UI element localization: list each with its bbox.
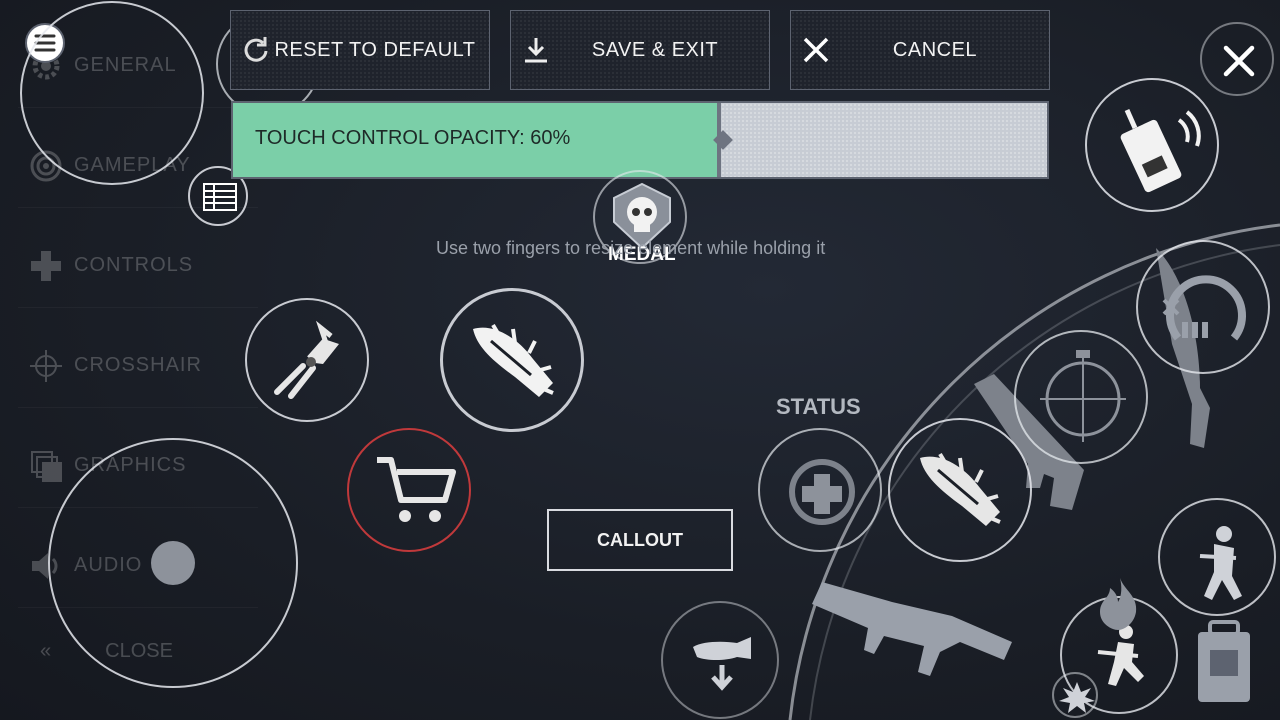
sidebar-item-controls[interactable]: CONTROLS (18, 224, 258, 308)
download-icon (525, 38, 547, 63)
shopping-cart-icon (377, 457, 456, 522)
drop-button[interactable] (661, 601, 779, 719)
reload-icon (1162, 275, 1246, 341)
reset-icon (244, 37, 268, 62)
save-label: SAVE & EXIT (591, 38, 719, 61)
scope-icon (1040, 350, 1126, 442)
sidebar-item-label: CONTROLS (74, 254, 194, 276)
reload-button[interactable] (1136, 240, 1270, 374)
sidebar-item-crosshair[interactable]: CROSSHAIR (18, 324, 258, 408)
minimap-circle[interactable] (20, 1, 204, 185)
crosshair-icon (30, 349, 62, 382)
status-button[interactable] (758, 428, 882, 552)
fire-button-left[interactable] (440, 288, 584, 432)
drop-hand-icon (693, 637, 751, 691)
walkie-talkie-icon (1120, 108, 1201, 193)
pliers-button[interactable] (245, 298, 369, 422)
resize-hint: Use two fingers to resize element while … (436, 238, 826, 258)
layers-icon (31, 450, 62, 482)
joystick-thumb[interactable] (151, 541, 195, 585)
cancel-label: CANCEL (892, 38, 978, 61)
double-chevron-left-icon: « (40, 640, 52, 662)
bullet-icon (920, 452, 1001, 526)
callout-button[interactable]: CALLOUT (547, 509, 733, 571)
reset-to-default-button[interactable]: RESET TO DEFAULT (230, 10, 490, 90)
heal-icon (789, 459, 855, 525)
close-icon (803, 37, 829, 63)
movement-joystick[interactable] (48, 438, 298, 688)
aim-down-sights-button[interactable] (1014, 330, 1148, 464)
callout-label: CALLOUT (597, 529, 683, 550)
fire-button-right[interactable] (888, 418, 1032, 562)
pliers-icon (274, 320, 339, 399)
rifle-icon (812, 582, 1012, 676)
backpack-icon (1198, 620, 1250, 702)
cancel-button[interactable]: CANCEL (790, 10, 1050, 90)
flame-icon (1100, 578, 1137, 630)
grenade-button[interactable] (1052, 672, 1098, 718)
sidebar-item-label: CROSSHAIR (74, 354, 202, 376)
status-label: STATUS (776, 394, 861, 419)
explosion-icon (1059, 682, 1095, 713)
shop-button[interactable] (347, 428, 471, 552)
bullet-icon (473, 323, 554, 397)
reset-label: RESET TO DEFAULT (274, 38, 476, 61)
dpad-icon (31, 250, 61, 281)
opacity-label: TOUCH CONTROL OPACITY: 60% (255, 127, 571, 149)
save-and-exit-button[interactable]: SAVE & EXIT (510, 10, 770, 90)
touch-opacity-slider[interactable]: TOUCH CONTROL OPACITY: 60% (231, 101, 1049, 179)
radio-button[interactable] (1085, 78, 1219, 212)
